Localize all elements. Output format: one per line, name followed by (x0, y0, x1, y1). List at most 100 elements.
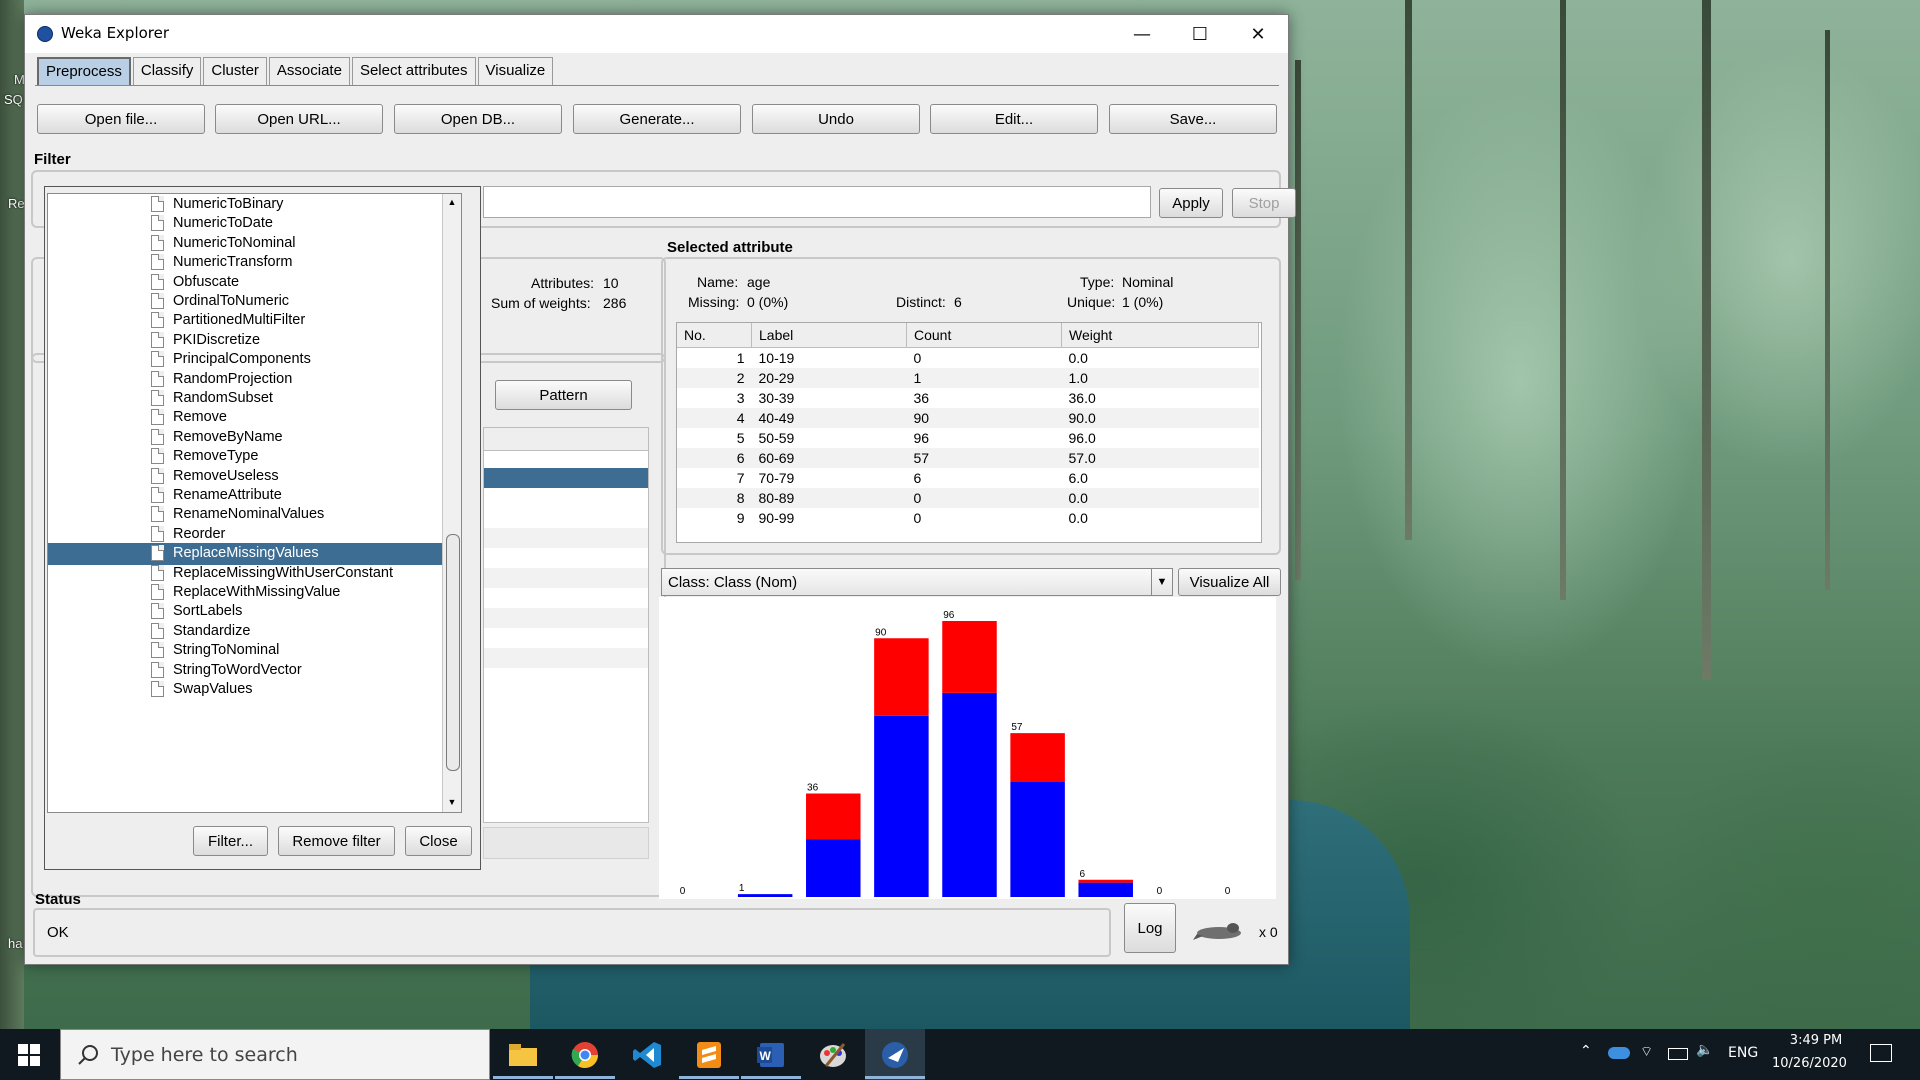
filter-item[interactable]: NumericTransform (48, 252, 461, 274)
filter-item[interactable]: StringToNominal (48, 640, 461, 662)
attribute-stats-table[interactable]: No. Label Count Weight 1 10-19 0 0.0 2 20-29 1… (676, 322, 1262, 543)
speaker-icon[interactable]: 🔈 (1696, 1042, 1713, 1058)
table-row[interactable]: 1 10-19 0 0.0 (677, 348, 1259, 369)
clock-date[interactable]: 10/26/2020 (1772, 1056, 1847, 1071)
vertical-scrollbar[interactable]: ▲ ▼ (442, 194, 461, 812)
filter-item[interactable]: PKIDiscretize (48, 330, 461, 352)
language-indicator[interactable]: ENG (1728, 1045, 1758, 1061)
column-header-label[interactable]: Label (751, 323, 907, 348)
scroll-down-icon[interactable]: ▼ (446, 797, 458, 809)
taskbar-search[interactable]: Type here to search (60, 1029, 490, 1080)
attribute-row-selected[interactable] (484, 468, 648, 488)
onedrive-icon[interactable] (1608, 1047, 1630, 1059)
open-file-button[interactable]: Open file... (37, 104, 205, 134)
generate-button[interactable]: Generate... (573, 104, 741, 134)
filter-item[interactable]: RandomProjection (48, 369, 461, 391)
filter-item[interactable]: PartitionedMultiFilter (48, 310, 461, 332)
filter-item[interactable]: Standardize (48, 621, 461, 643)
filter-item[interactable]: NumericToBinary (48, 194, 461, 216)
windows-start-icon[interactable] (18, 1044, 40, 1070)
filter-item[interactable]: OrdinalToNumeric (48, 291, 461, 313)
class-distribution-chart: 0 1 36 90 96 57 6 0 0 (659, 597, 1276, 899)
filter-item[interactable]: RandomSubset (48, 388, 461, 410)
filter-button[interactable]: Filter... (193, 826, 268, 856)
notification-icon[interactable] (1870, 1044, 1892, 1062)
scroll-thumb[interactable] (446, 534, 460, 771)
table-row[interactable]: 6 60-69 57 57.0 (677, 448, 1259, 468)
filter-item[interactable]: SwapValues (48, 679, 461, 701)
chrome-icon[interactable] (555, 1029, 615, 1080)
column-header-count[interactable]: Count (906, 323, 1062, 348)
table-row[interactable]: 7 70-79 6 6.0 (677, 468, 1259, 488)
attribute-list[interactable] (483, 427, 649, 823)
chevron-up-icon[interactable]: ⌃ (1580, 1043, 1592, 1059)
filter-field[interactable] (483, 186, 1151, 218)
remove-attribute-button[interactable] (483, 827, 649, 859)
table-cell: 8 (677, 488, 752, 508)
tab-select-attributes[interactable]: Select attributes (351, 57, 476, 85)
title-bar[interactable]: Weka Explorer — ☐ ✕ (25, 15, 1288, 53)
filter-item[interactable]: NumericToDate (48, 213, 461, 235)
tab-visualize[interactable]: Visualize (477, 57, 554, 85)
wifi-icon[interactable]: ⌔ (1640, 1043, 1653, 1061)
minimize-button[interactable]: — (1113, 15, 1171, 53)
word-icon[interactable]: W (741, 1029, 801, 1080)
filter-item-selected[interactable]: ReplaceMissingValues (48, 543, 461, 566)
table-row[interactable]: 9 90-99 0 0.0 (677, 508, 1259, 528)
filter-item[interactable]: StringToWordVector (48, 660, 461, 682)
filter-item[interactable]: RemoveByName (48, 427, 461, 449)
tab-associate[interactable]: Associate (268, 57, 350, 85)
pattern-button[interactable]: Pattern (495, 380, 632, 410)
filter-item[interactable]: ReplaceWithMissingValue (48, 582, 461, 604)
class-select[interactable]: Class: Class (Nom) ▼ (661, 568, 1173, 596)
sublime-icon[interactable] (679, 1029, 739, 1080)
stop-button[interactable]: Stop (1232, 188, 1296, 218)
save-button[interactable]: Save... (1109, 104, 1277, 134)
filter-item[interactable]: Remove (48, 407, 461, 429)
clock-time[interactable]: 3:49 PM (1784, 1033, 1848, 1048)
apply-button[interactable]: Apply (1159, 188, 1223, 218)
battery-icon[interactable] (1668, 1048, 1688, 1060)
visualize-all-button[interactable]: Visualize All (1178, 568, 1281, 596)
tab-cluster[interactable]: Cluster (203, 57, 267, 85)
log-button[interactable]: Log (1124, 903, 1176, 953)
weka-taskbar-icon[interactable] (865, 1029, 925, 1080)
open-db-button[interactable]: Open DB... (394, 104, 562, 134)
column-header-no[interactable]: No. (677, 323, 752, 348)
edit-button[interactable]: Edit... (930, 104, 1098, 134)
table-cell: 36 (913, 390, 930, 406)
column-header-weight[interactable]: Weight (1061, 323, 1259, 348)
chevron-down-icon[interactable]: ▼ (1151, 569, 1172, 595)
table-row[interactable]: 5 50-59 96 96.0 (677, 428, 1259, 448)
filter-item[interactable]: NumericToNominal (48, 233, 461, 255)
filter-item[interactable]: RemoveType (48, 446, 461, 468)
tab-classify[interactable]: Classify (132, 57, 202, 85)
close-button[interactable]: ✕ (1229, 15, 1287, 53)
filter-item[interactable]: PrincipalComponents (48, 349, 461, 371)
search-icon (78, 1045, 98, 1065)
filter-item[interactable]: Reorder (48, 524, 461, 546)
filter-item[interactable]: RemoveUseless (48, 466, 461, 488)
maximize-button[interactable]: ☐ (1171, 15, 1229, 53)
vscode-icon[interactable] (617, 1029, 677, 1080)
table-row[interactable]: 2 20-29 1 1.0 (677, 368, 1259, 388)
filter-item[interactable]: SortLabels (48, 601, 461, 623)
filter-item[interactable]: RenameAttribute (48, 485, 461, 507)
filter-item[interactable]: ReplaceMissingWithUserConstant (48, 563, 461, 585)
remove-filter-button[interactable]: Remove filter (278, 826, 395, 856)
table-row[interactable]: 8 80-89 0 0.0 (677, 488, 1259, 508)
tab-preprocess[interactable]: Preprocess (37, 57, 131, 86)
undo-button[interactable]: Undo (752, 104, 920, 134)
file-explorer-icon[interactable] (493, 1029, 553, 1080)
table-cell: 90.0 (1061, 408, 1259, 428)
table-row[interactable]: 3 30-39 36 36.0 (677, 388, 1259, 408)
weka-bird-icon[interactable] (1193, 920, 1245, 942)
filter-tree-list[interactable]: SwapValues StringToWordVector StringToNomi… (47, 193, 462, 813)
table-row[interactable]: 4 40-49 90 90.0 (677, 408, 1259, 428)
close-popup-button[interactable]: Close (405, 826, 472, 856)
scroll-up-icon[interactable]: ▲ (446, 197, 458, 209)
paint-icon[interactable] (803, 1029, 863, 1080)
filter-item[interactable]: Obfuscate (48, 272, 461, 294)
filter-item[interactable]: RenameNominalValues (48, 504, 461, 526)
open-url-button[interactable]: Open URL... (215, 104, 383, 134)
